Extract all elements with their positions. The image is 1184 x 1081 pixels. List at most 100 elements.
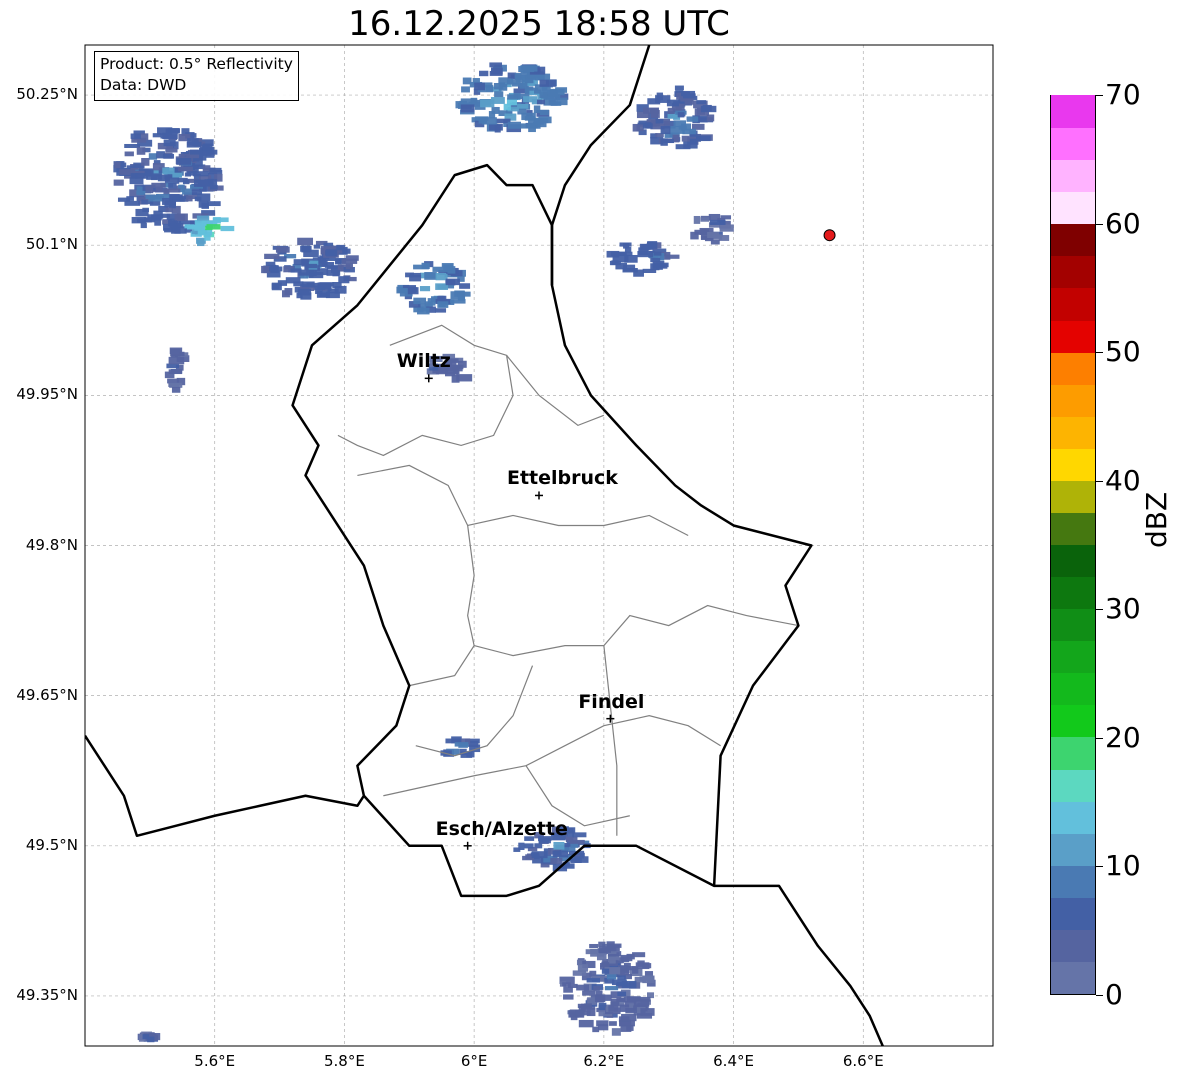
echo-pixel: [461, 86, 470, 93]
echo-pixel: [549, 90, 557, 98]
product-info-box: Product: 0.5° Reflectivity Data: DWD: [94, 51, 299, 101]
colorbar-segment: [1051, 127, 1095, 161]
radar-site-marker: [823, 229, 836, 242]
echo-pixel: [615, 262, 628, 270]
echo-pixel: [585, 949, 599, 955]
echo-pixel: [696, 135, 711, 142]
echo-pixel: [130, 173, 138, 179]
echo-pixel: [298, 269, 315, 276]
echo-pixel: [345, 255, 359, 261]
echo-pixel: [494, 91, 504, 98]
echo-pixel: [550, 857, 563, 865]
colorbar-segment: [1051, 672, 1095, 706]
echo-pixel: [142, 207, 149, 213]
echo-pixel: [609, 1021, 617, 1026]
echo-pixel: [562, 982, 571, 987]
echo-pixel: [594, 994, 606, 1003]
echo-pixel: [264, 253, 280, 260]
echo-pixel: [435, 308, 447, 313]
echo-pixel: [146, 173, 162, 180]
echo-pixel: [606, 973, 617, 980]
data-source-line: Data: DWD: [100, 76, 187, 94]
echo-pixel: [617, 991, 627, 997]
echo-pixel: [524, 843, 534, 849]
echo-pixel: [647, 98, 661, 105]
echo-pixel: [204, 233, 211, 241]
echo-pixel: [702, 104, 712, 111]
echo-pixel: [301, 281, 315, 288]
colorbar-segment: [1051, 961, 1095, 994]
echo-pixel: [690, 231, 699, 240]
echo-pixel: [275, 246, 290, 253]
echo-pixel: [601, 968, 610, 974]
echo-pixel: [124, 200, 141, 206]
echo-pixel: [528, 118, 544, 125]
echo-pixel: [136, 190, 146, 196]
colorbar-segment: [1051, 640, 1095, 674]
echo-pixel: [169, 193, 180, 200]
echo-pixel: [536, 99, 546, 105]
echo-pixel: [327, 288, 339, 294]
echo-pixel: [171, 227, 181, 234]
echo-pixel: [153, 210, 163, 216]
echo-pixel: [620, 954, 633, 962]
echo-pixel: [152, 133, 162, 138]
colorbar-tick-mark: [1096, 866, 1103, 868]
echo-pixel: [437, 295, 445, 300]
colorbar-segment: [1051, 512, 1095, 545]
echo-pixel: [261, 265, 271, 274]
echo-pixel: [192, 171, 209, 177]
echo-pixel: [460, 104, 475, 113]
echo-pixel: [664, 138, 674, 144]
echo-pixel: [130, 133, 141, 139]
echo-pixel: [206, 224, 221, 230]
city-label: Findel: [578, 690, 645, 713]
echo-pixel: [488, 111, 496, 119]
echo-pixel: [269, 266, 283, 272]
echo-pixel: [456, 374, 473, 382]
echo-pixel: [507, 94, 519, 100]
echo-pixel: [539, 91, 548, 99]
echo-pixel: [503, 103, 511, 111]
echo-pixel: [621, 1013, 637, 1022]
echo-pixel: [168, 356, 185, 365]
echo-pixel: [611, 1028, 621, 1036]
echo-pixel: [589, 943, 599, 949]
echo-pixel: [162, 167, 175, 175]
colorbar-segment: [1051, 865, 1095, 898]
echo-pixel: [168, 369, 182, 375]
echo-pixel: [589, 970, 597, 977]
echo-pixel: [706, 114, 715, 122]
echo-pixel: [419, 286, 431, 292]
echo-pixel: [604, 986, 619, 991]
echo-pixel: [642, 963, 652, 969]
echo-pixel: [165, 147, 178, 153]
echo-pixel: [616, 997, 626, 1002]
echo-pixel: [570, 843, 579, 848]
colorbar-tick-mark: [1096, 95, 1103, 96]
echo-pixel: [633, 998, 650, 1007]
echo-pixel: [303, 249, 319, 258]
echo-pixel: [171, 386, 181, 393]
echo-pixel: [593, 985, 600, 991]
echo-pixel: [148, 153, 158, 160]
echo-pixel: [647, 241, 658, 249]
lon-tick-label: 6.6°E: [842, 1052, 884, 1070]
echo-pixel: [621, 980, 637, 989]
echo-pixel: [696, 100, 707, 105]
echo-pixel: [667, 107, 675, 115]
echo-pixel: [642, 123, 653, 129]
echo-pixel: [190, 133, 197, 138]
echo-pixel: [297, 237, 314, 246]
echo-pixel: [141, 158, 150, 166]
echo-pixel: [182, 188, 193, 195]
echo-pixel: [407, 287, 419, 295]
echo-pixel: [445, 278, 460, 286]
colorbar-label: dBZ: [1140, 491, 1173, 548]
lat-tick-label: 49.95°N: [16, 385, 78, 404]
lat-tick-label: 49.35°N: [16, 985, 78, 1004]
echo-pixel: [126, 196, 134, 201]
echo-pixel: [160, 133, 169, 139]
echo-pixel: [498, 83, 508, 91]
colorbar-segment: [1051, 416, 1095, 449]
